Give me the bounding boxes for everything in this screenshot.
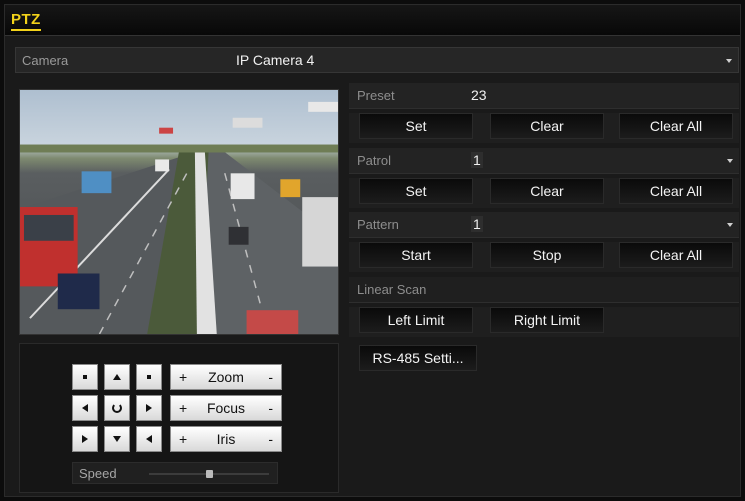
preset-field[interactable]: Preset 23 bbox=[349, 83, 739, 109]
pattern-value: 1 bbox=[471, 216, 483, 232]
arrow-up-left-icon bbox=[83, 375, 87, 379]
arrow-up-icon bbox=[113, 374, 121, 380]
arrow-down-right-icon bbox=[146, 435, 152, 443]
preset-set-button[interactable]: Set bbox=[359, 113, 473, 139]
arrow-left-icon bbox=[82, 404, 88, 412]
arrow-down-left-button[interactable] bbox=[72, 426, 98, 452]
right-limit-button[interactable]: Right Limit bbox=[490, 307, 604, 333]
speed-slider-thumb[interactable] bbox=[206, 470, 213, 478]
pattern-clear-all-button[interactable]: Clear All bbox=[619, 242, 733, 268]
arrow-up-left-button[interactable] bbox=[72, 364, 98, 390]
zoom-label: Zoom bbox=[208, 369, 244, 385]
patrol-clear-button[interactable]: Clear bbox=[490, 178, 604, 204]
focus-label: Focus bbox=[206, 400, 246, 416]
linear-scan-button-row: Left Limit Right Limit bbox=[349, 307, 739, 337]
arrow-left-button[interactable] bbox=[72, 395, 98, 421]
speed-control: Speed bbox=[72, 462, 278, 484]
linear-scan-label: Linear Scan bbox=[357, 282, 427, 297]
arrow-down-right-button[interactable] bbox=[136, 426, 162, 452]
preset-label: Preset bbox=[357, 88, 395, 103]
arrow-up-button[interactable] bbox=[104, 364, 130, 390]
iris-label: Iris bbox=[216, 431, 236, 447]
chevron-down-icon bbox=[727, 159, 733, 163]
arrow-up-right-button[interactable] bbox=[136, 364, 162, 390]
pattern-label: Pattern bbox=[357, 217, 399, 232]
linear-scan-header: Linear Scan bbox=[349, 277, 739, 303]
zoom-control: + Zoom - bbox=[170, 364, 282, 390]
live-video-preview bbox=[19, 89, 339, 335]
pattern-stop-button[interactable]: Stop bbox=[490, 242, 604, 268]
iris-minus-button[interactable]: - bbox=[268, 431, 273, 447]
refresh-icon bbox=[112, 403, 122, 413]
left-limit-button[interactable]: Left Limit bbox=[359, 307, 473, 333]
ptz-settings-panel: Preset 23 Set Clear Clear All Patrol 1 S… bbox=[349, 83, 739, 493]
camera-label: Camera bbox=[22, 53, 69, 68]
pattern-start-button[interactable]: Start bbox=[359, 242, 473, 268]
focus-control: + Focus - bbox=[170, 395, 282, 421]
pattern-button-row: Start Stop Clear All bbox=[349, 242, 739, 272]
preset-clear-all-button[interactable]: Clear All bbox=[619, 113, 733, 139]
iris-control: + Iris - bbox=[170, 426, 282, 452]
rs485-settings-button[interactable]: RS-485 Setti... bbox=[359, 345, 477, 371]
preset-clear-button[interactable]: Clear bbox=[490, 113, 604, 139]
pattern-select[interactable]: Pattern 1 bbox=[349, 212, 739, 238]
patrol-clear-all-button[interactable]: Clear All bbox=[619, 178, 733, 204]
speed-label: Speed bbox=[79, 466, 117, 481]
chevron-down-icon bbox=[726, 59, 732, 63]
zoom-out-button[interactable]: - bbox=[268, 369, 273, 385]
video-frame bbox=[20, 101, 338, 334]
arrow-down-button[interactable] bbox=[104, 426, 130, 452]
patrol-set-button[interactable]: Set bbox=[359, 178, 473, 204]
patrol-value: 1 bbox=[471, 152, 483, 168]
patrol-label: Patrol bbox=[357, 153, 391, 168]
ptz-control-panel: + Zoom - + Focus - + Iris - Speed bbox=[19, 343, 339, 493]
arrow-down-left-icon bbox=[82, 435, 88, 443]
speed-slider[interactable] bbox=[149, 470, 269, 478]
preset-button-row: Set Clear Clear All bbox=[349, 113, 739, 143]
preset-value[interactable]: 23 bbox=[471, 87, 487, 103]
camera-select[interactable]: Camera IP Camera 4 bbox=[15, 47, 739, 73]
arrow-down-icon bbox=[113, 436, 121, 442]
arrow-up-right-icon bbox=[147, 375, 151, 379]
camera-value: IP Camera 4 bbox=[236, 52, 315, 68]
focus-minus-button[interactable]: - bbox=[268, 400, 273, 416]
chevron-down-icon bbox=[727, 223, 733, 227]
title-bar: PTZ bbox=[5, 5, 740, 36]
patrol-select[interactable]: Patrol 1 bbox=[349, 148, 739, 174]
arrow-right-button[interactable] bbox=[136, 395, 162, 421]
window-title: PTZ bbox=[11, 11, 41, 31]
arrow-right-icon bbox=[146, 404, 152, 412]
patrol-button-row: Set Clear Clear All bbox=[349, 178, 739, 208]
ptz-window: PTZ Camera IP Camera 4 + Zoom - + Focus … bbox=[4, 4, 741, 497]
auto-rotate-button[interactable] bbox=[104, 395, 130, 421]
